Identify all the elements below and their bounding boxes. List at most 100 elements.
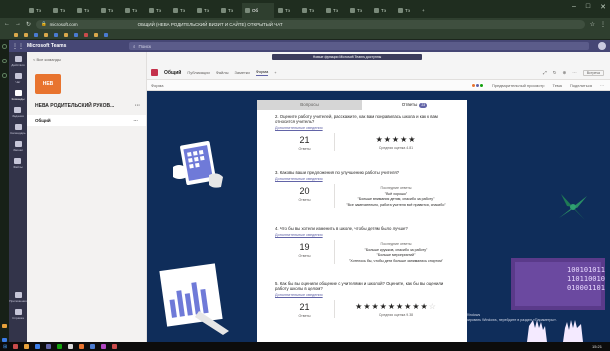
browser-tab[interactable]: Тэ — [50, 3, 73, 18]
browser-tab[interactable]: Тэ — [395, 3, 418, 18]
add-tab-button[interactable]: + — [274, 70, 276, 75]
browser-tab[interactable]: Тэ — [275, 3, 298, 18]
rating-summary: ★★★★★★★★★☆ Средняя оценка 9.38 — [335, 300, 457, 318]
taskbar-app-icon[interactable] — [24, 344, 30, 349]
bookmark-item[interactable] — [14, 32, 18, 37]
bookmark-item[interactable] — [74, 32, 78, 37]
bookmark-item[interactable] — [54, 32, 58, 37]
browser-tab[interactable]: Тэ — [146, 3, 169, 18]
taskbar-app-icon[interactable] — [46, 344, 52, 349]
share-button[interactable]: Поделиться — [570, 83, 592, 88]
taskbar-app-icon[interactable] — [57, 344, 63, 349]
url-field[interactable]: 🔒 microsoft.com ОБЩИЙ (НЕВА РОДИТЕЛЬСКИЙ… — [36, 19, 585, 29]
taskbar-app-icon[interactable] — [112, 344, 118, 349]
tab-notes[interactable]: Заметки — [234, 70, 249, 75]
tab-favicon-icon — [29, 8, 34, 13]
back-arrow-icon[interactable]: ← — [4, 21, 10, 27]
bookmark-item[interactable] — [34, 32, 38, 37]
bookmark-folder-icon — [64, 32, 68, 37]
browser-tab[interactable]: Тэ — [170, 3, 193, 18]
bookmark-item[interactable] — [94, 32, 98, 37]
globe-icon[interactable]: ⊕ — [562, 70, 566, 76]
more-options-icon[interactable]: ··· — [572, 70, 577, 75]
tab-posts[interactable]: Публикации — [187, 70, 209, 75]
rail-app-icon[interactable] — [2, 323, 7, 328]
more-details-link[interactable]: Дополнительные сведения — [275, 177, 457, 181]
reload-icon[interactable]: ↻ — [26, 21, 31, 28]
browser-tab[interactable]: Тэ — [347, 3, 370, 18]
rail-item-help[interactable]: Справка — [12, 309, 24, 320]
more-details-link[interactable]: Дополнительные сведения — [275, 233, 457, 237]
channel-item-general[interactable]: Общий ··· — [27, 115, 146, 126]
theme-button[interactable]: Тема — [552, 83, 561, 88]
taskbar-app-icon[interactable] — [68, 344, 74, 349]
tab-files[interactable]: Файлы — [216, 70, 229, 75]
rail-item-chat[interactable]: Чат — [14, 73, 22, 84]
question-block: 3. Каковы ваши предложения по улучшению … — [257, 170, 467, 208]
taskbar-clock[interactable]: 15:21 — [592, 344, 602, 349]
browser-tab[interactable]: Тэ — [299, 3, 322, 18]
browser-tab[interactable]: Тэ — [122, 3, 145, 18]
tab-favicon-icon — [221, 8, 226, 13]
preview-button[interactable]: Предварительный просмотр — [492, 83, 545, 88]
rail-circle-icon[interactable] — [2, 44, 7, 49]
star-icon: ★★★★★ — [375, 135, 417, 144]
browser-tab[interactable]: Тэ — [371, 3, 394, 18]
tab-favicon-icon — [278, 8, 283, 13]
browser-tab[interactable]: Тэ — [74, 3, 97, 18]
rail-item-activity[interactable]: Действия — [11, 56, 25, 67]
maximize-icon[interactable]: □ — [586, 3, 590, 11]
team-name[interactable]: НЕВА РОДИТЕЛЬСКИЙ РУКОВ... ··· — [35, 103, 146, 109]
all-teams-link[interactable]: < Все команды — [27, 52, 146, 67]
rail-circle-icon[interactable] — [2, 58, 7, 64]
bookmark-item[interactable] — [44, 32, 48, 37]
more-options-icon[interactable]: ··· — [135, 103, 140, 109]
extensions-icon[interactable]: ⋮ — [600, 21, 606, 28]
bookmark-item[interactable] — [84, 32, 88, 37]
form-canvas: 100101011 110110010 010001101 Активация … — [147, 91, 610, 342]
browser-tab-active[interactable]: Об — [242, 3, 274, 18]
new-tab-button[interactable]: + — [419, 3, 429, 18]
minimize-icon[interactable]: – — [572, 3, 576, 11]
rail-item-calendar[interactable]: Календарь — [10, 124, 26, 135]
bookmark-item[interactable] — [24, 32, 28, 37]
search-input[interactable]: ⌕ Поиск — [129, 42, 589, 50]
tab-questions[interactable]: Вопросы — [257, 100, 362, 110]
browser-tab[interactable]: Тэ — [98, 3, 121, 18]
taskbar-app-icon[interactable] — [13, 344, 19, 349]
rail-item-apps[interactable]: Приложения — [9, 292, 27, 303]
question-title: 5. Как бы вы оценили общение с учителями… — [275, 281, 444, 291]
expand-icon[interactable]: ⤢ — [543, 70, 547, 75]
rail-item-teams[interactable]: Команды — [12, 90, 24, 101]
more-options-icon[interactable]: ··· — [134, 118, 139, 123]
close-icon[interactable]: ✕ — [600, 3, 606, 11]
app-launcher-icon[interactable]: ⋮⋮ — [9, 43, 27, 50]
rail-label: Задания — [12, 114, 24, 118]
rail-item-files[interactable]: Файлы — [13, 158, 23, 169]
windows-start-icon[interactable]: ⊞ — [3, 344, 7, 350]
rail-circle-icon[interactable] — [2, 73, 7, 78]
more-details-link[interactable]: Дополнительные сведения — [275, 126, 457, 130]
refresh-icon[interactable]: ↻ — [553, 70, 557, 76]
tab-responses[interactable]: Ответы 23 — [362, 100, 467, 110]
more-options-icon[interactable]: ··· — [600, 83, 604, 88]
bookmark-item[interactable] — [104, 32, 108, 37]
forward-arrow-icon[interactable]: → — [15, 21, 21, 27]
tab-form[interactable]: Форма — [255, 69, 269, 76]
taskbar-app-icon[interactable] — [35, 344, 41, 349]
bookmark-item[interactable] — [64, 32, 68, 37]
avatar[interactable] — [598, 42, 606, 50]
rail-label: Справка — [12, 316, 24, 320]
browser-tab[interactable]: Тэ — [194, 3, 217, 18]
taskbar-app-icon[interactable] — [101, 344, 107, 349]
taskbar-app-icon[interactable] — [79, 344, 85, 349]
rail-item-calls[interactable]: Звонки — [13, 141, 23, 152]
star-icon[interactable]: ☆ — [590, 21, 595, 28]
browser-tab[interactable]: Тэ — [218, 3, 241, 18]
more-details-link[interactable]: Дополнительные сведения — [275, 293, 457, 297]
browser-tab[interactable]: Тэ — [323, 3, 346, 18]
meet-button[interactable]: Встреча — [582, 69, 604, 76]
browser-tab[interactable]: Тэ — [26, 3, 49, 18]
rail-item-assignments[interactable]: Задания — [12, 107, 24, 118]
taskbar-app-icon[interactable] — [90, 344, 96, 349]
